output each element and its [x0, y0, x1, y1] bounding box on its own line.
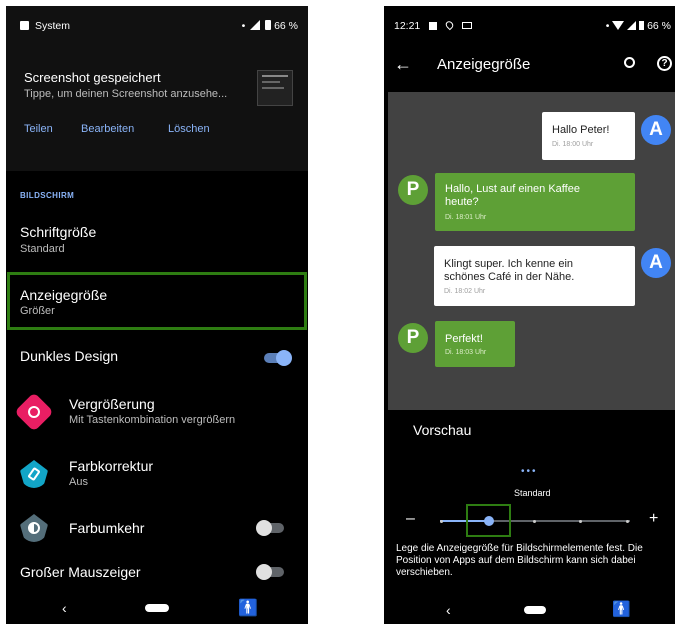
setting-title: Farbkorrektur: [69, 458, 154, 474]
message-bubble: Perfekt! Di. 18:03 Uhr: [435, 321, 515, 367]
message-text: Perfekt!: [445, 333, 483, 345]
home-pill-icon[interactable]: [524, 606, 546, 614]
slider-tick: [533, 520, 536, 523]
toggle-knob: [276, 350, 292, 366]
color-inversion-toggle[interactable]: [256, 520, 286, 536]
screen-icon: [462, 22, 473, 29]
setting-display-size[interactable]: Anzeigegröße Größer: [7, 272, 307, 330]
battery-icon: [265, 20, 272, 30]
help-icon[interactable]: ?: [657, 56, 672, 71]
section-header: BILDSCHIRM: [20, 191, 75, 200]
message-text: Hallo Peter!: [552, 124, 610, 136]
setting-large-cursor[interactable]: Großer Mauszeiger: [6, 558, 308, 590]
status-app-name: System: [35, 20, 71, 32]
setting-title: Dunkles Design: [20, 348, 119, 364]
dot-icon: •: [241, 20, 246, 32]
preview-area: Hallo Peter! Di. 18:00 Uhr A P Hallo, Lu…: [388, 92, 675, 410]
setting-subtitle: Standard: [20, 243, 65, 255]
setting-subtitle: Aus: [69, 476, 88, 488]
signal-icon: [627, 21, 637, 30]
slider-tick: [440, 520, 443, 523]
message-text: Klingt super. Ich kenne ein schönes Café…: [444, 258, 575, 283]
notification-title[interactable]: Screenshot gespeichert: [24, 70, 161, 85]
toolbar-title: Anzeigegröße: [437, 56, 531, 73]
avatar: A: [641, 115, 671, 145]
dot-icon: •: [605, 20, 610, 32]
wifi-icon: [612, 21, 625, 30]
setting-magnification[interactable]: Vergrößerung Mit Tastenkombination vergr…: [6, 390, 308, 440]
toggle-knob: [256, 564, 272, 580]
size-label: Standard: [514, 488, 551, 498]
notification-text[interactable]: Tippe, um deinen Screenshot anzusehe...: [24, 88, 264, 100]
avatar: P: [398, 175, 428, 205]
edit-button[interactable]: Bearbeiten: [81, 123, 134, 135]
setting-title: Farbumkehr: [69, 520, 145, 536]
inversion-glyph: [28, 522, 40, 534]
message-time: Di. 18:02 Uhr: [444, 288, 486, 295]
accessibility-icon[interactable]: 🚹: [238, 598, 258, 618]
share-button[interactable]: Teilen: [24, 123, 53, 135]
message-bubble: Klingt super. Ich kenne ein schönes Café…: [434, 246, 635, 306]
battery-level: 66 %: [647, 20, 671, 32]
back-icon[interactable]: ‹: [62, 600, 67, 616]
magnify-glyph: [28, 406, 40, 418]
toggle-knob: [256, 520, 272, 536]
search-icon[interactable]: [624, 57, 635, 68]
back-arrow-icon[interactable]: ←: [394, 54, 412, 75]
avatar: A: [641, 248, 671, 278]
location-icon: [444, 19, 455, 31]
setting-dark-design[interactable]: Dunkles Design: [6, 340, 308, 374]
decrease-button[interactable]: –: [406, 510, 415, 528]
delete-button[interactable]: Löschen: [168, 123, 210, 135]
notification-panel: System • 66 % Screenshot gespeichert Tip…: [6, 6, 308, 171]
message-bubble: Hallo Peter! Di. 18:00 Uhr: [542, 112, 635, 160]
setting-title: Großer Mauszeiger: [20, 564, 141, 580]
size-slider-thumb[interactable]: [484, 516, 494, 526]
slider-tick: [626, 520, 629, 523]
status-right: • 66 %: [242, 20, 298, 32]
status-bar: 12:21: [394, 19, 473, 32]
large-cursor-toggle[interactable]: [256, 564, 286, 580]
battery-level: 66 %: [274, 20, 298, 32]
setting-subtitle: Größer: [20, 305, 55, 317]
setting-color-correction[interactable]: Farbkorrektur Aus: [6, 452, 308, 502]
signal-icon: [250, 20, 261, 30]
increase-button[interactable]: +: [649, 510, 658, 528]
preview-label: Vorschau: [413, 422, 472, 438]
setting-title: Schriftgröße: [20, 224, 97, 240]
message-time: Di. 18:00 Uhr: [552, 141, 594, 148]
setting-color-inversion[interactable]: Farbumkehr: [6, 508, 308, 548]
image-icon: [429, 22, 438, 30]
screenshot-thumbnail[interactable]: [257, 70, 293, 106]
slider-tick: [579, 520, 582, 523]
status-right: • 66 %: [606, 20, 671, 32]
image-icon: [20, 21, 29, 30]
back-icon[interactable]: ‹: [446, 602, 451, 618]
description-text: Lege die Anzeigegröße für Bildschirmelem…: [396, 543, 643, 578]
message-bubble: Hallo, Lust auf einen Kaffee heute? Di. …: [435, 173, 635, 231]
accessibility-icon[interactable]: 🚹: [612, 600, 631, 618]
page-dots-icon: •••: [521, 466, 538, 477]
status-bar: System: [20, 20, 70, 32]
avatar: P: [398, 323, 428, 353]
setting-font-size[interactable]: Schriftgröße Standard: [6, 216, 308, 266]
status-time: 12:21: [394, 20, 421, 32]
dark-design-toggle[interactable]: [262, 350, 292, 366]
settings-screen: System • 66 % Screenshot gespeichert Tip…: [6, 6, 308, 624]
home-pill-icon[interactable]: [145, 604, 169, 612]
message-text: Hallo, Lust auf einen Kaffee heute?: [445, 183, 580, 208]
setting-subtitle: Mit Tastenkombination vergrößern: [69, 414, 236, 426]
message-time: Di. 18:01 Uhr: [445, 214, 487, 221]
battery-icon: [639, 21, 645, 30]
navigation-bar: ‹ 🚹: [6, 594, 308, 624]
setting-title: Anzeigegröße: [20, 287, 108, 303]
navigation-bar: ‹ 🚹: [384, 596, 675, 624]
message-time: Di. 18:03 Uhr: [445, 349, 487, 356]
setting-title: Vergrößerung: [69, 396, 155, 412]
display-size-screen: 12:21 • 66 % ← Anzeigegröße ? Hallo Pete…: [384, 6, 675, 624]
